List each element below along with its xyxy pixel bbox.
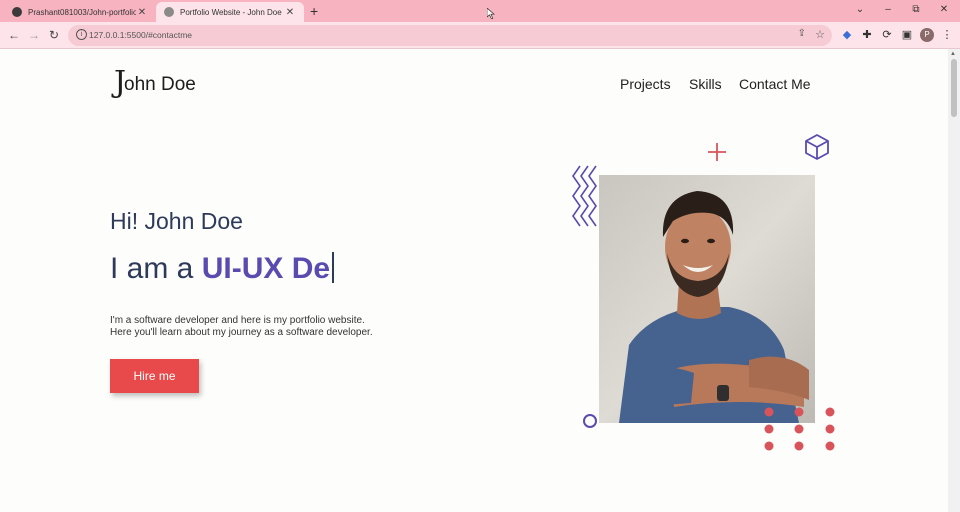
extension-icon[interactable]: ◆ — [840, 28, 854, 42]
vertical-scrollbar[interactable]: ▲ — [948, 49, 960, 512]
globe-icon — [164, 7, 174, 17]
reload-button[interactable]: ↻ — [46, 28, 62, 42]
profile-photo — [599, 175, 815, 423]
back-button[interactable]: ← — [6, 28, 22, 42]
typing-cursor — [332, 252, 335, 283]
dots-grid-icon — [764, 407, 835, 451]
mouse-cursor-icon — [487, 8, 495, 19]
hero-greeting: Hi! John Doe — [110, 208, 243, 234]
hire-me-button[interactable]: Hire me — [110, 359, 199, 393]
github-icon — [12, 7, 22, 17]
minimize-button[interactable]: – — [878, 2, 898, 18]
cube-icon — [805, 134, 829, 160]
plus-icon — [708, 143, 726, 161]
close-icon[interactable]: ✕ — [136, 7, 148, 18]
web-page: J ohn Doe Projects Skills Contact Me Hi!… — [0, 49, 948, 512]
info-icon[interactable]: i — [76, 29, 87, 40]
tab-bar: Prashant081003/John-portfolio ✕ Portfoli… — [0, 0, 960, 22]
tab-github[interactable]: Prashant081003/John-portfolio ✕ — [4, 2, 156, 22]
circle-icon — [583, 414, 597, 428]
headline-prefix: I am a — [110, 252, 202, 285]
close-window-button[interactable]: ✕ — [934, 2, 954, 18]
close-icon[interactable]: ✕ — [284, 7, 296, 18]
tab-search-button[interactable]: ⌄ — [850, 2, 870, 18]
forward-button[interactable]: → — [26, 28, 42, 42]
nav-link-contact[interactable]: Contact Me — [739, 76, 811, 92]
puzzle-icon[interactable]: ✚ — [860, 28, 874, 42]
sidebar-icon[interactable]: ▣ — [900, 28, 914, 42]
description-line: I'm a software developer and here is my … — [110, 315, 365, 326]
browser-toolbar: ← → ↻ i 127.0.0.1:5500/#contactme ⇪ ☆ ◆ … — [0, 22, 960, 49]
logo-name: ohn Doe — [124, 74, 196, 95]
share-icon[interactable]: ⇪ — [798, 28, 806, 39]
site-logo[interactable]: J ohn Doe — [114, 68, 196, 98]
new-tab-button[interactable]: + — [310, 2, 318, 20]
tab-title: Portfolio Website - John Doe — [180, 7, 282, 17]
zigzag-icon — [572, 165, 597, 227]
nav-link-projects[interactable]: Projects — [620, 76, 671, 92]
url-text[interactable]: 127.0.0.1:5500/#contactme — [89, 30, 192, 40]
address-bar[interactable]: i 127.0.0.1:5500/#contactme ⇪ ☆ — [68, 25, 832, 46]
tab-portfolio[interactable]: Portfolio Website - John Doe ✕ — [156, 2, 304, 22]
hero-headline: I am a UI-UX De — [110, 252, 335, 286]
avatar[interactable]: P — [920, 28, 934, 42]
description-line: Here you'll learn about my journey as a … — [110, 327, 373, 338]
hero-description: I'm a software developer and here is my … — [110, 315, 373, 339]
tab-title: Prashant081003/John-portfolio — [28, 7, 136, 17]
scroll-thumb[interactable] — [951, 59, 957, 117]
nav-link-skills[interactable]: Skills — [689, 76, 722, 92]
sync-icon[interactable]: ⟳ — [880, 28, 894, 42]
menu-icon[interactable]: ⋮ — [940, 28, 954, 42]
star-icon[interactable]: ☆ — [815, 28, 825, 41]
maximize-button[interactable]: ⧉ — [906, 2, 926, 18]
headline-typed-role: UI-UX De — [201, 252, 331, 285]
scroll-up-icon[interactable]: ▲ — [950, 51, 956, 57]
